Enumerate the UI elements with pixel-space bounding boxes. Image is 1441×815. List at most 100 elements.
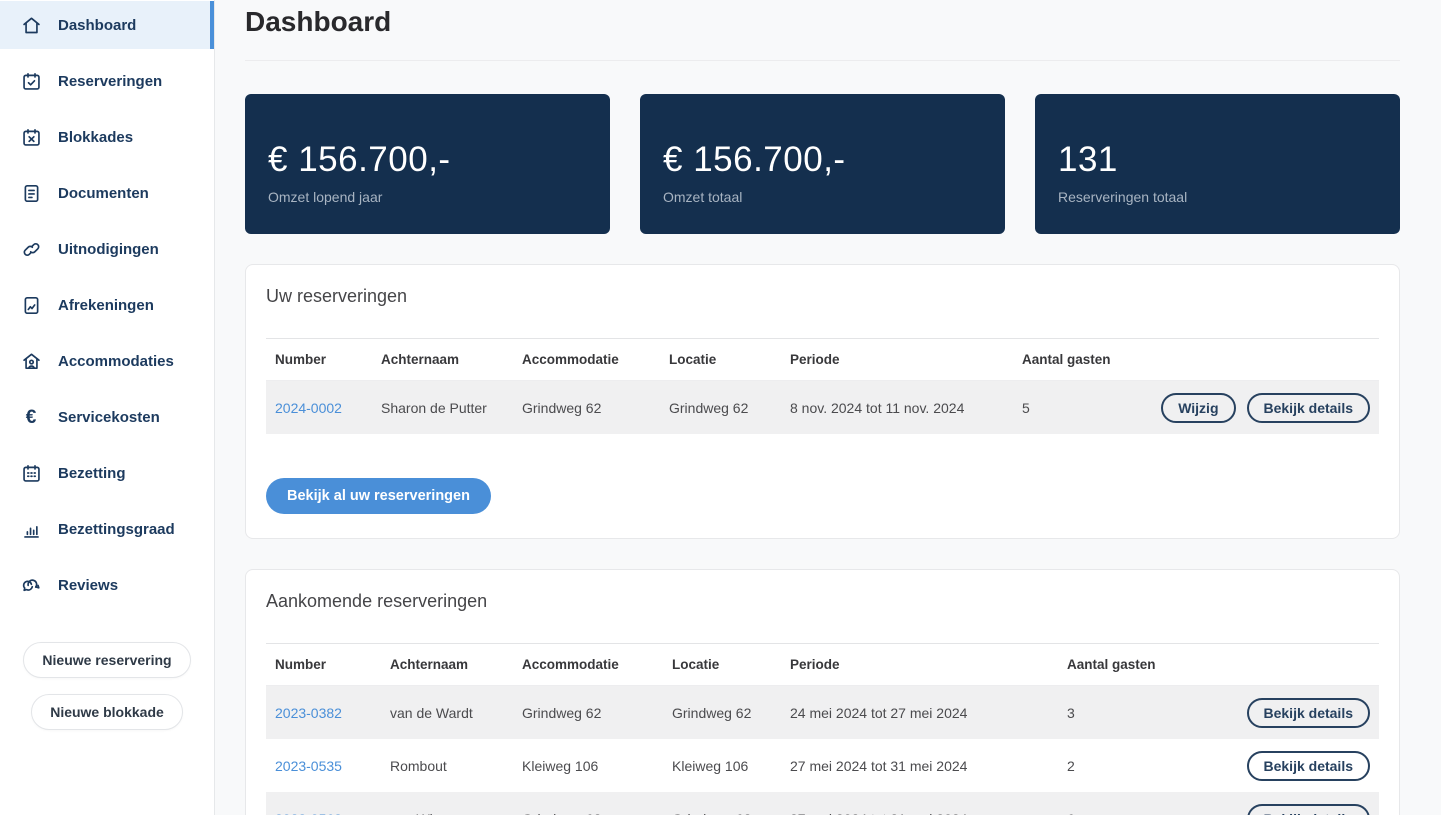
column-header-locatie: Locatie [672, 657, 720, 672]
stat-label: Reserveringen totaal [1058, 189, 1188, 205]
bekijk-details-button[interactable]: Bekijk details [1246, 697, 1370, 728]
your-reservations-title: Uw reserveringen [266, 286, 408, 306]
sidebar-item-label: Blokkades [58, 128, 134, 146]
new-block-button[interactable]: Nieuwe blokkade [31, 694, 183, 730]
new-reservation-button[interactable]: Nieuwe reservering [23, 642, 191, 678]
stat-value: € 156.700,- [268, 140, 451, 179]
column-header-aantal-gasten: Aantal gasten [1067, 657, 1156, 672]
row-actions: Bekijk details [1246, 803, 1370, 815]
cell-locatie: Grindweg 62 [672, 811, 790, 815]
column-header-locatie: Locatie [669, 352, 717, 367]
cell-locatie: Kleiweg 106 [672, 757, 749, 774]
sidebar-item-dashboard[interactable]: Dashboard [0, 1, 214, 49]
row-actions: Wijzig Bekijk details [1161, 392, 1370, 423]
cell-number: 2024-0002 [275, 400, 381, 416]
sidebar-item-reserveringen[interactable]: Reserveringen [0, 57, 214, 105]
link-icon [20, 238, 42, 260]
column-header-achternaam: Achternaam [381, 352, 460, 367]
column-header-accommodatie: Accommodatie [522, 657, 619, 672]
table-header-row: Number Achternaam Accommodatie Locatie Perio… [266, 643, 1379, 686]
cell-locatie: Grindweg 62 [672, 704, 752, 721]
cell-periode: 27 mei 2024 tot 31 mei 2024 [790, 757, 968, 774]
cell-aantal-gasten: 2 [1067, 757, 1075, 774]
cell-achternaam: Rombout [390, 757, 447, 774]
sidebar-item-label: Afrekeningen [58, 296, 154, 314]
cell-aantal-gasten: 3 [1067, 704, 1075, 721]
calendar-grid-icon [20, 462, 42, 484]
cell-achternaam: Sharon de Putter [381, 399, 487, 416]
bekijk-details-button[interactable]: Bekijk details [1246, 392, 1370, 423]
stat-label: Omzet lopend jaar [268, 189, 383, 205]
cell-number: 2023-0563 [275, 811, 390, 815]
bekijk-details-button[interactable]: Bekijk details [1246, 803, 1370, 815]
sidebar-item-label: Reviews [58, 576, 119, 594]
wijzig-button[interactable]: Wijzig [1161, 392, 1236, 423]
column-header-accommodatie: Accommodatie [522, 352, 619, 367]
stat-card-omzet-lopend-jaar: € 156.700,- Omzet lopend jaar [245, 94, 610, 234]
stat-value: 131 [1058, 140, 1118, 179]
bekijk-details-button[interactable]: Bekijk details [1246, 750, 1370, 781]
sidebar-item-label: Dashboard [58, 16, 137, 34]
reservation-number-link[interactable]: 2024-0002 [275, 400, 342, 416]
cell-achternaam: van de Wardt [390, 704, 473, 721]
cell-aantal-gasten: 5 [1022, 399, 1030, 416]
stat-card-reserveringen-totaal: 131 Reserveringen totaal [1035, 94, 1400, 234]
cell-number: 2023-0382 [275, 705, 390, 721]
sidebar-item-label: Servicekosten [58, 408, 160, 426]
cell-locatie: Grindweg 62 [669, 399, 749, 416]
stat-card-omzet-totaal: € 156.700,- Omzet totaal [640, 94, 1005, 234]
sidebar-item-label: Accommodaties [58, 352, 174, 370]
column-header-aantal-gasten: Aantal gasten [1022, 352, 1111, 367]
cell-periode: 8 nov. 2024 tot 11 nov. 2024 [790, 399, 965, 416]
reservation-number-link[interactable]: 2023-0382 [275, 705, 342, 721]
upcoming-reservations-title: Aankomende reserveringen [266, 591, 488, 611]
file-chart-icon [20, 294, 42, 316]
cell-aantal-gasten: 6 [1067, 811, 1247, 815]
table-row: 2023-0563van WiggenGrindweg 62Grindweg 6… [266, 792, 1379, 815]
cell-number: 2023-0535 [275, 758, 390, 774]
stat-value: € 156.700,- [663, 140, 846, 179]
column-header-number: Number [275, 352, 327, 367]
sidebar-item-documenten[interactable]: Documenten [0, 169, 214, 217]
sidebar-item-accommodaties[interactable]: Accommodaties [0, 337, 214, 385]
sidebar: Dashboard Reserveringen Blokkades Documente… [0, 0, 215, 815]
sidebar-item-uitnodigingen[interactable]: Uitnodigingen [0, 225, 214, 273]
reservation-number-link[interactable]: 2023-0535 [275, 758, 342, 774]
cell-accommodatie: Kleiweg 106 [522, 757, 599, 774]
sidebar-item-bezettingsgraad[interactable]: Bezettingsgraad [0, 505, 214, 553]
document-icon [20, 182, 42, 204]
cell-periode: 24 mei 2024 tot 27 mei 2024 [790, 704, 968, 721]
column-header-periode: Periode [790, 657, 840, 672]
sidebar-item-servicekosten[interactable]: € Servicekosten [0, 393, 214, 441]
cell-accommodatie: Grindweg 62 [522, 704, 602, 721]
stat-label: Omzet totaal [663, 189, 743, 205]
column-header-number: Number [275, 657, 327, 672]
house-user-icon [20, 350, 42, 372]
sidebar-item-label: Uitnodigingen [58, 240, 159, 258]
sidebar-item-label: Bezetting [58, 464, 126, 482]
bar-chart-icon [20, 518, 42, 540]
chat-icon [20, 574, 42, 596]
reservation-number-link[interactable]: 2023-0563 [275, 811, 342, 815]
row-actions: Bekijk details [1246, 697, 1370, 728]
table-row: 2024-0002 Sharon de Putter Grindweg 62 Grin… [266, 381, 1379, 434]
your-reservations-table: Number Achternaam Accommodatie Locatie Perio… [266, 338, 1379, 434]
sidebar-item-label: Documenten [58, 184, 149, 202]
cell-periode: 27 mei 2024 tot 31 mei 2024 [790, 811, 1067, 815]
view-all-reservations-button[interactable]: Bekijk al uw reserveringen [266, 478, 491, 514]
sidebar-item-reviews[interactable]: Reviews [0, 561, 214, 609]
upcoming-reservations-table: Number Achternaam Accommodatie Locatie Perio… [266, 643, 1379, 815]
sidebar-item-blokkades[interactable]: Blokkades [0, 113, 214, 161]
sidebar-item-bezetting[interactable]: Bezetting [0, 449, 214, 497]
row-actions: Bekijk details [1246, 750, 1370, 781]
column-header-periode: Periode [790, 352, 840, 367]
home-icon [20, 14, 42, 36]
your-reservations-card: Uw reserveringen Number Achternaam Accommo… [245, 264, 1400, 539]
sidebar-item-afrekeningen[interactable]: Afrekeningen [0, 281, 214, 329]
upcoming-reservations-card: Aankomende reserveringen Number Achternaa… [245, 569, 1400, 815]
stats-row: € 156.700,- Omzet lopend jaar € 156.700,- O… [245, 94, 1400, 234]
sidebar-item-label: Bezettingsgraad [58, 520, 175, 538]
euro-icon: € [25, 406, 37, 428]
cell-accommodatie: Grindweg 62 [522, 399, 602, 416]
main-content: Dashboard € 156.700,- Omzet lopend jaar € … [215, 0, 1441, 815]
